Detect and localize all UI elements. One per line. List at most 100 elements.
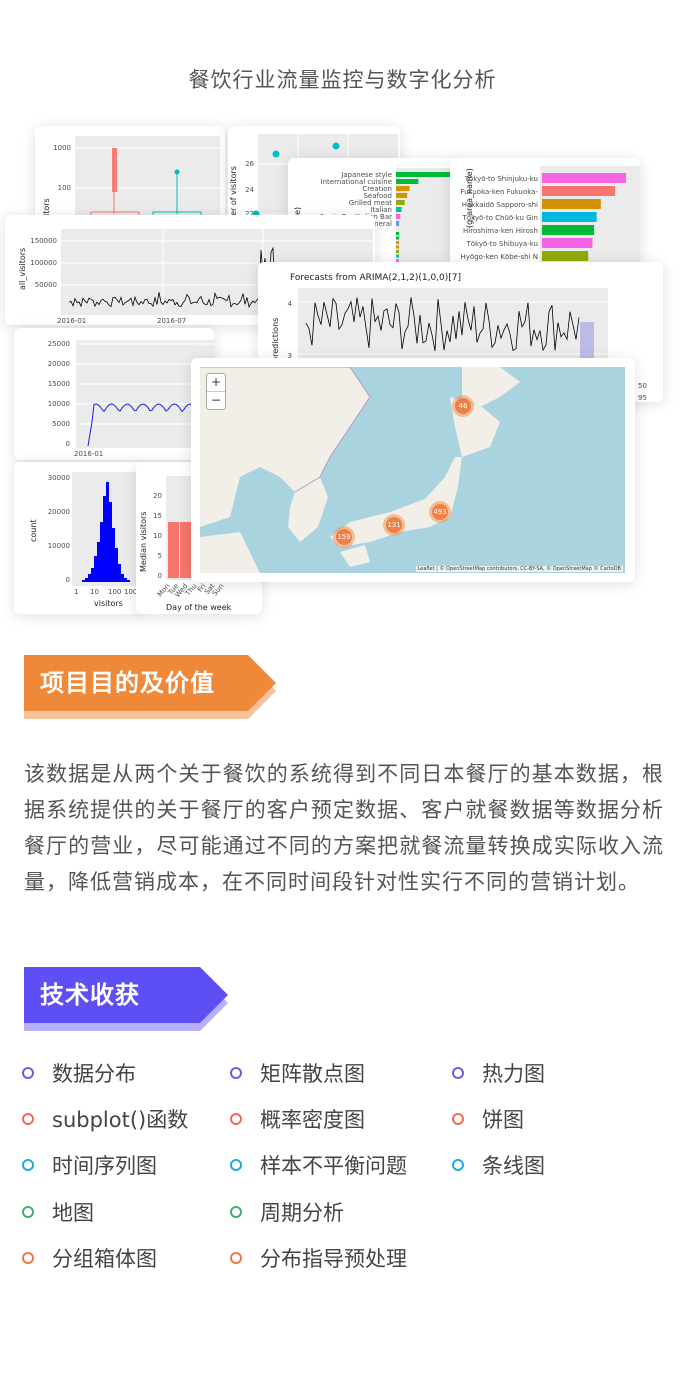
bar xyxy=(396,250,399,253)
histogram-bar xyxy=(121,574,124,582)
histogram-bar xyxy=(118,564,121,582)
histogram-bar xyxy=(85,578,88,582)
histogram-bar xyxy=(97,542,100,582)
cluster-count: 493 xyxy=(432,504,448,520)
skill-label: 数据分布 xyxy=(52,1062,136,1086)
visitors-line-chart: 25000 20000 15000 10000 5000 0 2016-01 xyxy=(48,340,214,458)
axis-title: Day of the week xyxy=(166,603,232,612)
skill-label: 分布指导预处理 xyxy=(260,1247,407,1271)
section-heading: 技术收获 xyxy=(40,981,140,1009)
tick-label: 4 xyxy=(288,300,293,308)
skill-item: 数据分布 xyxy=(22,1058,136,1088)
skill-label: 概率密度图 xyxy=(260,1108,365,1132)
bar xyxy=(542,212,597,222)
bullet-icon xyxy=(22,1067,34,1079)
tick-label: 25000 xyxy=(48,340,70,348)
bar xyxy=(542,173,626,183)
tick-label: 10000 xyxy=(48,400,70,408)
bar xyxy=(542,225,595,235)
cluster-count: 46 xyxy=(455,398,471,414)
leaflet-map[interactable]: + − 46 493 131 159 Leaflet | © OpenStree… xyxy=(200,367,625,573)
tick-label: 150000 xyxy=(30,237,57,245)
map-cluster[interactable]: 131 xyxy=(383,514,405,536)
map-cluster[interactable]: 159 xyxy=(333,526,355,548)
bullet-icon xyxy=(22,1113,34,1125)
section-banner-skills: 技术收获 xyxy=(24,967,228,1031)
histogram-bar xyxy=(115,548,118,582)
tick-label: Hokkaidō Sapporo-shi xyxy=(462,201,538,209)
bullet-icon xyxy=(230,1206,242,1218)
tick-label: Hyōgo-ken Kōbe-shi N xyxy=(461,253,538,261)
section-banner-purpose: 项目目的及价值 xyxy=(24,655,276,719)
section-heading: 项目目的及价值 xyxy=(40,669,215,697)
bar xyxy=(542,251,589,261)
tick-label: 50000 xyxy=(35,281,57,289)
skill-label: 样本不平衡问题 xyxy=(260,1154,407,1178)
bar xyxy=(542,186,616,196)
skill-label: 时间序列图 xyxy=(52,1154,157,1178)
tick-label: 2016-07 xyxy=(157,317,186,325)
bar xyxy=(396,207,402,212)
skill-item: 饼图 xyxy=(452,1104,524,1134)
boxplot-chart: 1000 100 itors xyxy=(42,136,220,226)
tick-label: 15000 xyxy=(48,380,70,388)
boxplot-card: 1000 100 itors xyxy=(35,126,225,226)
outlier-points xyxy=(112,148,117,192)
area-bar-chart: (g_area_name) Tōkyō-to Shinjuku-kuFukuok… xyxy=(460,166,640,268)
bullet-icon xyxy=(452,1113,464,1125)
bar xyxy=(396,236,399,240)
axis-title: ber of visitors xyxy=(229,166,238,221)
tick-label: 1 xyxy=(74,588,78,596)
page-title: 餐饮行业流量监控与数字化分析 xyxy=(188,68,497,92)
tick-label: 100 xyxy=(58,184,71,192)
zoom-control: + − xyxy=(206,373,226,410)
tick-label: 24 xyxy=(245,186,254,194)
tick-label: 10 xyxy=(153,532,162,540)
skill-item: 时间序列图 xyxy=(22,1150,157,1180)
skill-label: 饼图 xyxy=(482,1108,524,1132)
bullet-icon xyxy=(230,1067,242,1079)
tick-label: 30000 xyxy=(48,474,70,482)
axis-title: Median visitors xyxy=(139,512,148,572)
bullet-icon xyxy=(452,1067,464,1079)
skill-item: 分组箱体图 xyxy=(22,1243,157,1273)
axis-title: predictions xyxy=(271,318,280,362)
tick-label: 100000 xyxy=(30,259,57,267)
zoom-in-button[interactable]: + xyxy=(207,374,225,392)
tick-label: 15 xyxy=(153,512,162,520)
histogram-bar xyxy=(112,528,115,582)
bar xyxy=(396,245,399,249)
tick-label: 20000 xyxy=(48,360,70,368)
axis-title: itors xyxy=(42,198,51,216)
skill-label: 矩阵散点图 xyxy=(260,1062,365,1086)
tick-label: Hiroshima-ken Hirosh xyxy=(463,227,538,235)
chart-title: Forecasts from ARIMA(2,1,2)(1,0,0)[7] xyxy=(290,273,461,283)
tick-label: 5000 xyxy=(52,420,70,428)
tick-label: Tōkyō-to Shinjuku-ku xyxy=(464,175,538,183)
skill-item: 条线图 xyxy=(452,1150,545,1180)
skill-item: 矩阵散点图 xyxy=(230,1058,365,1088)
bar xyxy=(396,232,399,235)
map-cluster[interactable]: 493 xyxy=(429,501,451,523)
bar xyxy=(542,199,601,209)
skill-label: 周期分析 xyxy=(260,1201,344,1225)
skill-item: 热力图 xyxy=(452,1058,545,1088)
cluster-count: 159 xyxy=(336,529,352,545)
chart-collage: 1000 100 itors 26 24 22 ber of visitors xyxy=(0,120,685,620)
tick-label: 20 xyxy=(153,492,162,500)
bar xyxy=(396,254,399,258)
tick-label: 10 xyxy=(90,588,99,596)
map-cluster[interactable]: 46 xyxy=(452,395,474,417)
skill-label: 地图 xyxy=(52,1201,94,1225)
bar xyxy=(542,238,593,248)
histogram-bar xyxy=(94,556,97,582)
bar xyxy=(396,200,405,205)
skill-label: subplot()函数 xyxy=(52,1108,189,1132)
tick-label: Tōkyō-to Chūō-ku Gin xyxy=(462,214,538,222)
visitors-line-card: 25000 20000 15000 10000 5000 0 2016-01 xyxy=(14,328,214,460)
zoom-out-button[interactable]: − xyxy=(207,392,225,409)
histogram-bar xyxy=(106,482,109,582)
bar xyxy=(180,522,191,578)
skill-label: 分组箱体图 xyxy=(52,1247,157,1271)
axis-title: count xyxy=(29,519,38,542)
